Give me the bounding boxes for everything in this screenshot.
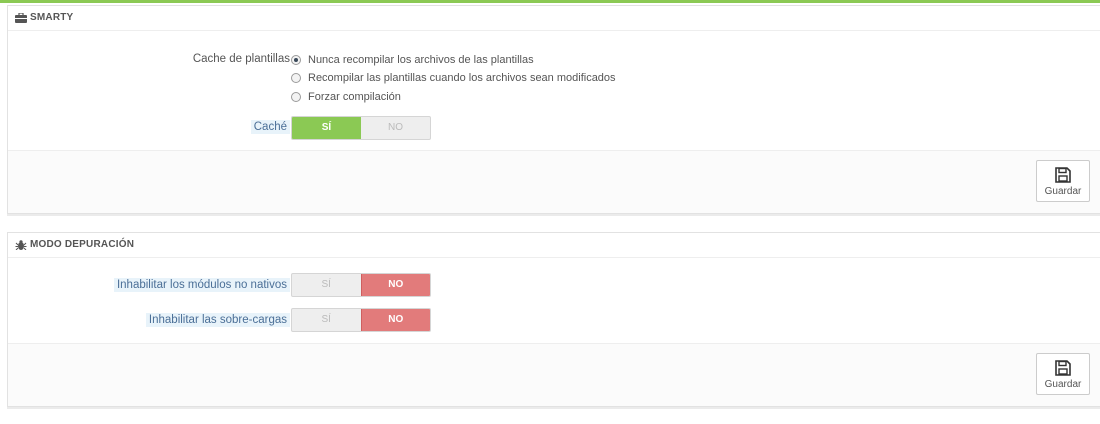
disable-overrides-no-option[interactable]: NO [360,309,430,331]
panel-title: MODO DEPURACIÓN [30,239,135,250]
smarty-panel: SMARTY Cache de plantillas Nunca recompi… [7,5,1100,214]
radio-option-force-compile[interactable]: Forzar compilación [291,89,401,105]
smarty-panel-footer: Guardar [8,150,1100,213]
save-button-label: Guardar [1044,379,1082,390]
briefcase-icon [15,12,27,23]
cache-switch[interactable]: SÍ NO [291,116,431,140]
disable-non-native-modules-switch[interactable]: SÍ NO [291,273,431,297]
cache-templates-label: Cache de plantillas [192,53,290,65]
cache-label: Caché [250,120,290,134]
cache-no-option[interactable]: NO [361,117,430,139]
disable-modules-yes-option[interactable]: SÍ [292,274,361,296]
save-button[interactable]: Guardar [1036,353,1090,395]
radio-label: Forzar compilación [308,91,401,103]
debug-mode-panel-heading: MODO DEPURACIÓN [8,233,1100,258]
radio-button[interactable] [291,73,301,83]
disable-overrides-switch[interactable]: SÍ NO [291,308,431,332]
save-button[interactable]: Guardar [1036,160,1090,202]
disable-modules-no-option[interactable]: NO [360,274,430,296]
top-accent-line [0,0,1100,3]
cache-yes-option[interactable]: SÍ [292,117,361,139]
smarty-panel-heading: SMARTY [8,6,1100,31]
save-button-label: Guardar [1044,186,1082,197]
radio-label: Recompilar las plantillas cuando los arc… [308,72,616,84]
debug-mode-panel-footer: Guardar [8,343,1100,406]
disable-overrides-yes-option[interactable]: SÍ [292,309,361,331]
debug-mode-panel: MODO DEPURACIÓN Inhabilitar los módulos … [7,232,1100,407]
radio-button[interactable] [291,92,301,102]
radio-option-recompile-modified[interactable]: Recompilar las plantillas cuando los arc… [291,70,616,86]
radio-button[interactable] [291,55,301,65]
disable-overrides-label: Inhabilitar las sobre-cargas [145,313,290,327]
radio-label: Nunca recompilar los archivos de las pla… [308,54,534,66]
radio-option-never-recompile[interactable]: Nunca recompilar los archivos de las pla… [291,52,534,68]
save-icon [1055,360,1071,376]
bug-icon [15,240,27,251]
disable-non-native-modules-label: Inhabilitar los módulos no nativos [113,278,290,292]
panel-title: SMARTY [30,12,74,23]
save-icon [1055,167,1071,183]
